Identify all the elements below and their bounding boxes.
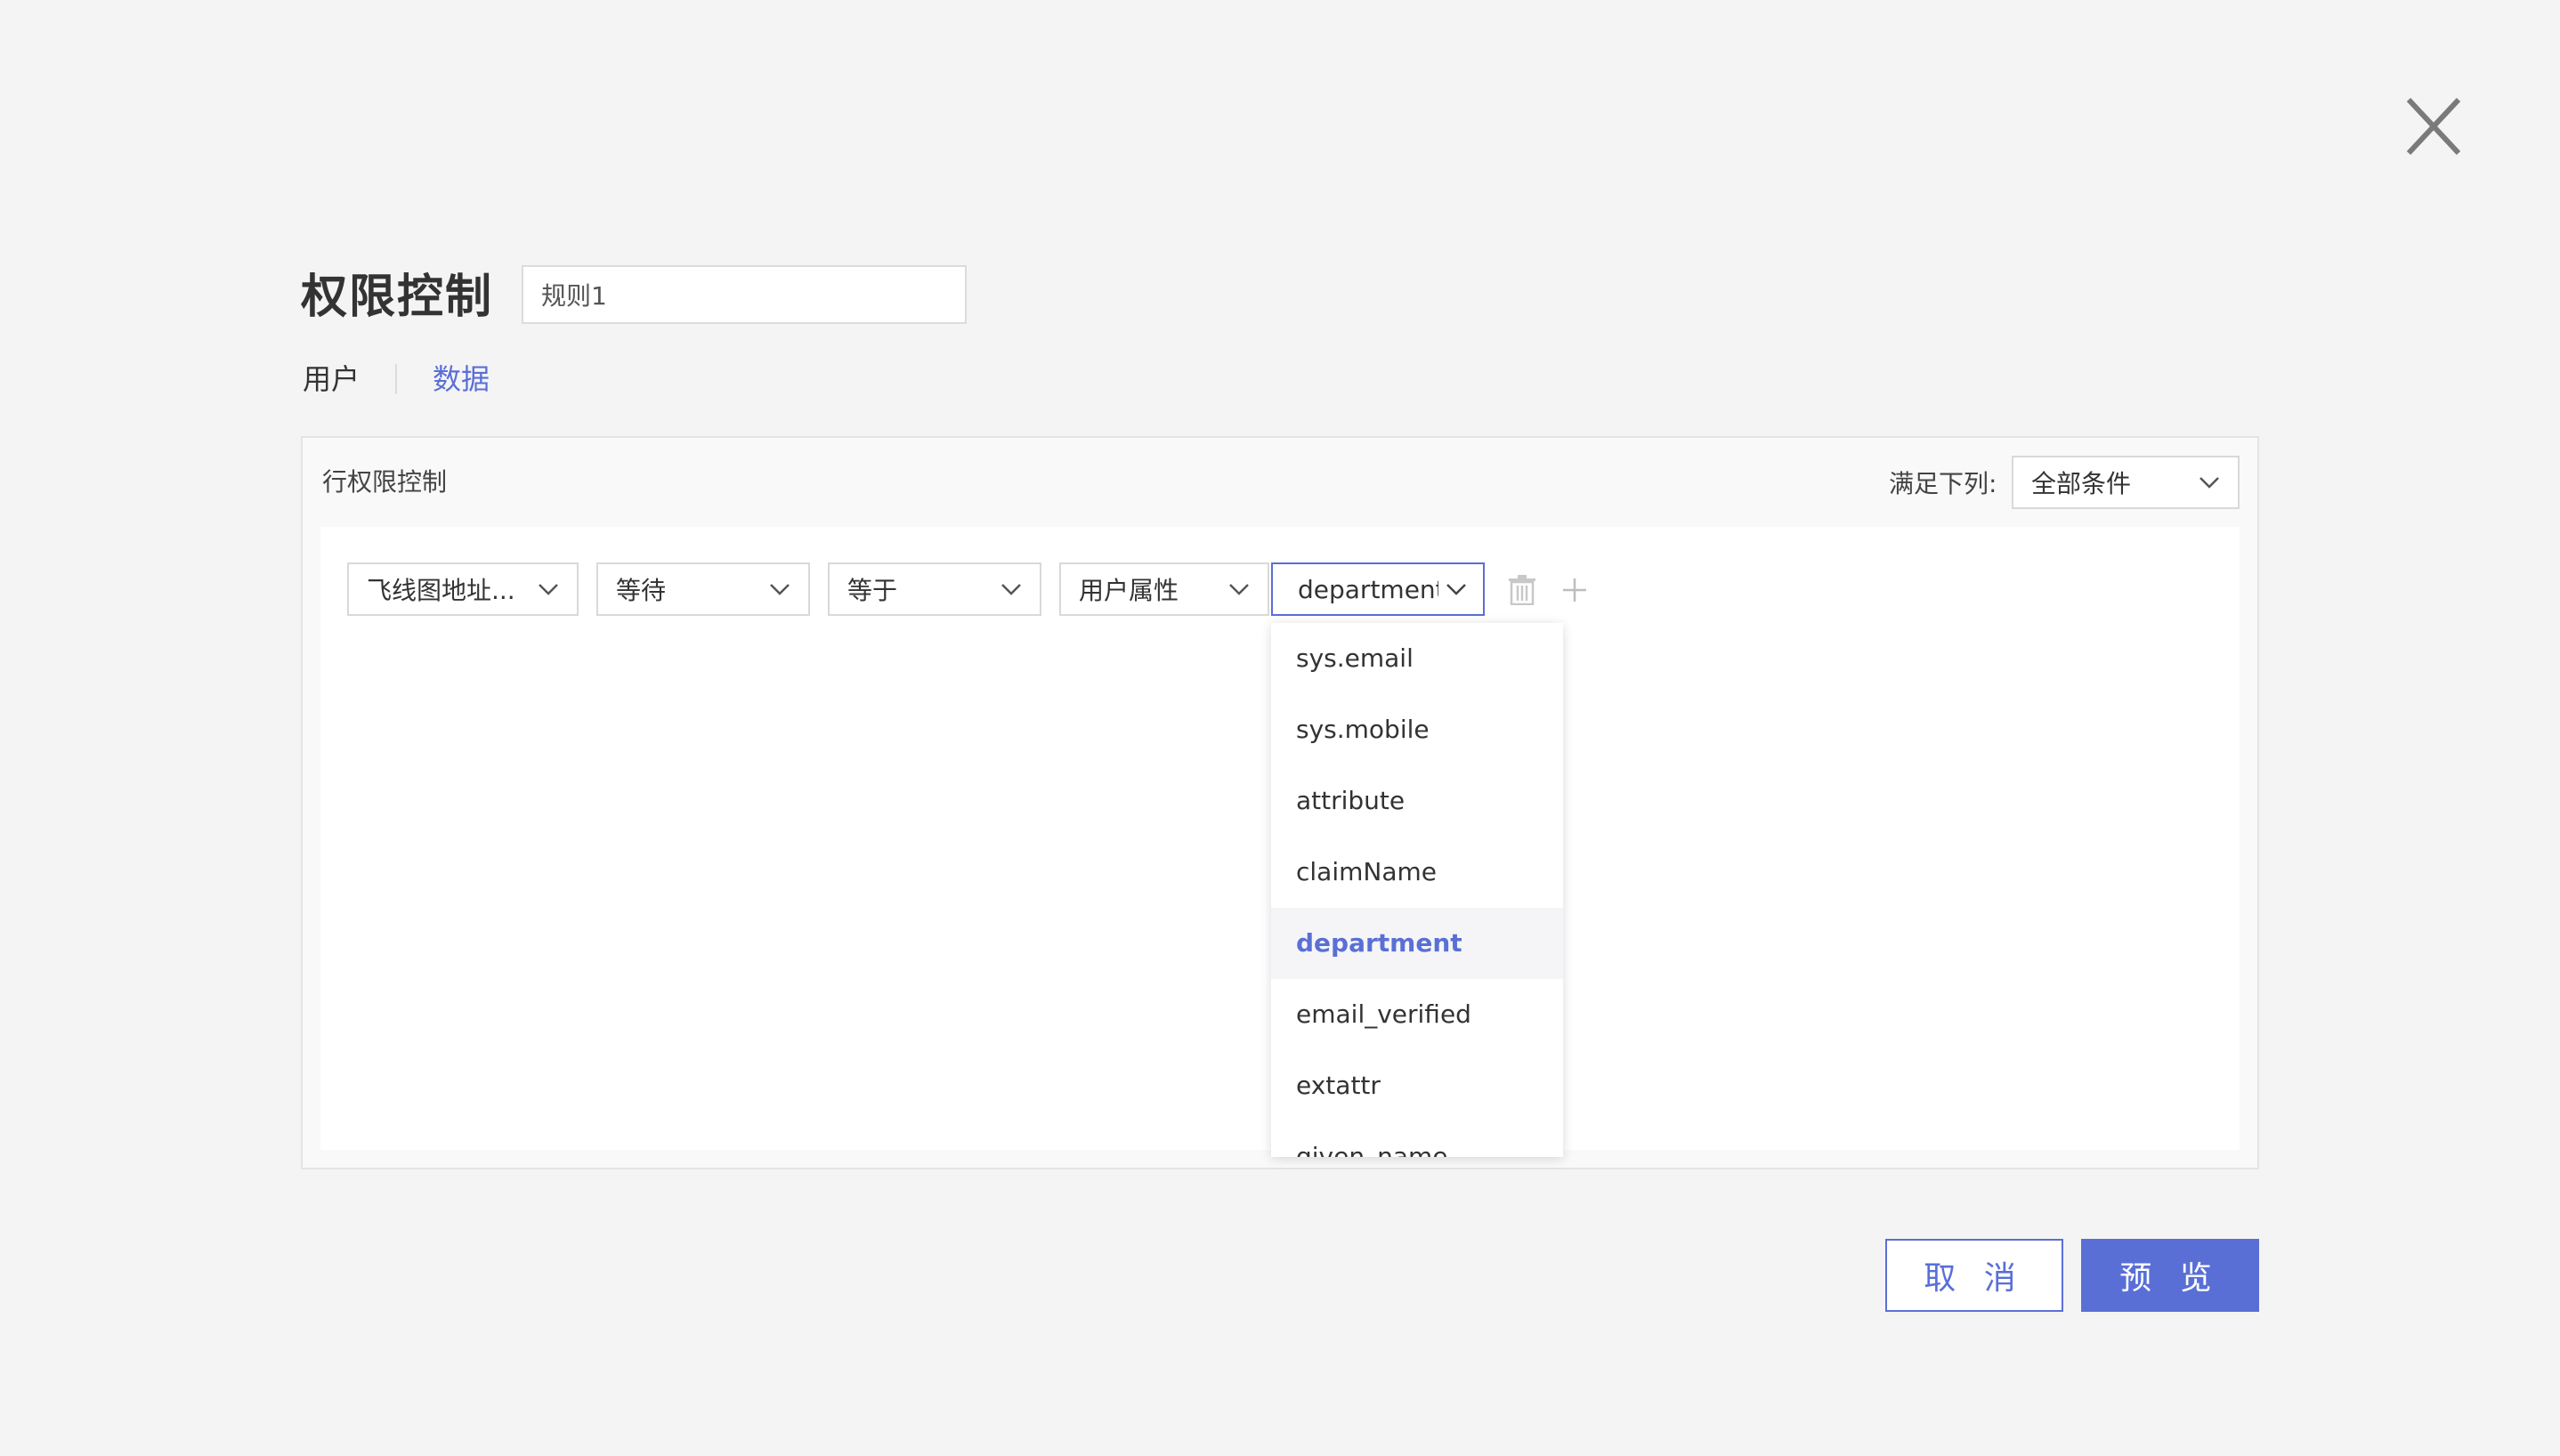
dropdown-option[interactable]: email_verified <box>1271 979 1563 1050</box>
chevron-down-icon <box>1228 583 1250 595</box>
dropdown-option[interactable]: extattr <box>1271 1050 1563 1121</box>
tab-user[interactable]: 用户 <box>303 358 360 400</box>
close-button[interactable] <box>2405 96 2462 157</box>
dropdown-option-selected[interactable]: department <box>1271 908 1563 979</box>
tab-divider <box>395 364 398 394</box>
tab-data[interactable]: 数据 <box>433 358 490 400</box>
value-source-select[interactable]: 用户属性 <box>1059 562 1269 616</box>
attribute-dropdown: sys.email sys.mobile attribute claimName… <box>1271 623 1563 1157</box>
operator-select[interactable]: 等于 <box>828 562 1041 616</box>
dropdown-option[interactable]: sys.mobile <box>1271 694 1563 765</box>
operator-select-value: 等于 <box>847 576 898 605</box>
match-condition-select[interactable]: 全部条件 <box>2012 456 2240 509</box>
dropdown-option[interactable]: attribute <box>1271 765 1563 837</box>
preview-button[interactable]: 预 览 <box>2081 1239 2259 1312</box>
wait-select-value: 等待 <box>616 576 667 605</box>
dropdown-option[interactable]: claimName <box>1271 837 1563 908</box>
plus-icon[interactable] <box>1561 577 1588 603</box>
dropdown-option[interactable]: sys.email <box>1271 623 1563 694</box>
chevron-down-icon <box>1446 583 1467 595</box>
close-icon <box>2406 97 2461 156</box>
satisfy-label: 满足下列: <box>1889 469 1997 498</box>
trash-icon[interactable] <box>1508 575 1536 605</box>
panel-title: 行权限控制 <box>322 467 448 497</box>
field-select-value: 飞线图地址... <box>367 576 515 605</box>
chevron-down-icon <box>2199 476 2220 489</box>
page-title: 权限控制 <box>301 271 494 324</box>
cancel-button[interactable]: 取 消 <box>1885 1239 2063 1312</box>
user-attribute-select-value: department <box>1298 574 1438 604</box>
user-attribute-select[interactable]: department <box>1271 562 1485 616</box>
dropdown-option[interactable]: given_name <box>1271 1121 1563 1157</box>
field-select[interactable]: 飞线图地址... <box>347 562 579 616</box>
chevron-down-icon <box>1001 583 1022 595</box>
chevron-down-icon <box>769 583 790 595</box>
chevron-down-icon <box>538 583 559 595</box>
rule-name-input[interactable] <box>522 265 967 324</box>
value-source-select-value: 用户属性 <box>1079 576 1179 605</box>
wait-select[interactable]: 等待 <box>596 562 810 616</box>
match-condition-value: 全部条件 <box>2031 469 2132 498</box>
tab-bar: 用户 数据 <box>303 358 490 400</box>
